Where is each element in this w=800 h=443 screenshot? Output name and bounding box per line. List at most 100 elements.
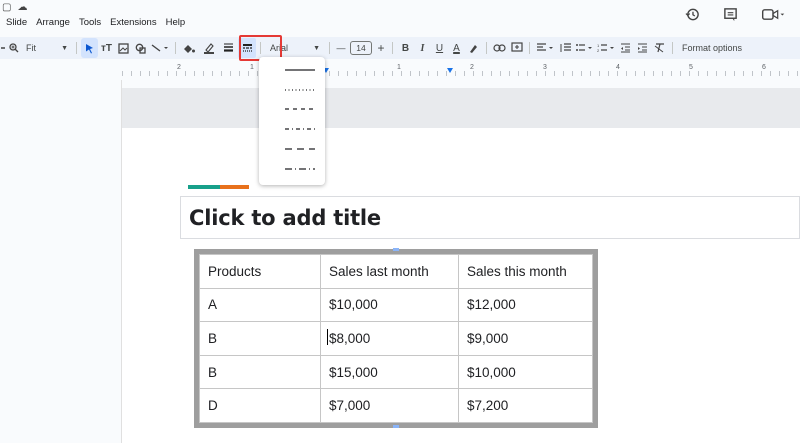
- header-actions: [684, 6, 786, 22]
- table-cell[interactable]: $9,000: [458, 321, 593, 356]
- clear-formatting-icon[interactable]: [651, 38, 668, 58]
- ruler-number: 2: [470, 64, 474, 71]
- table-cell[interactable]: B: [199, 354, 321, 390]
- select-tool-icon[interactable]: [81, 38, 98, 58]
- table-resize-handle-top[interactable]: [393, 248, 399, 251]
- align-icon[interactable]: [534, 38, 556, 58]
- menu-bar: Slide Arrange Tools Extensions Help: [6, 17, 185, 28]
- text-color-icon[interactable]: A: [448, 38, 465, 58]
- table-grid: Products Sales last month Sales this mon…: [199, 254, 593, 423]
- table-cell[interactable]: B: [199, 321, 321, 356]
- table-header-cell[interactable]: Sales this month: [458, 254, 593, 289]
- zoom-value: Fit: [26, 43, 36, 53]
- link-icon[interactable]: [491, 38, 508, 58]
- divider: [672, 42, 673, 54]
- version-history-icon[interactable]: [684, 6, 700, 22]
- divider: [76, 42, 77, 54]
- comments-icon[interactable]: [722, 6, 738, 22]
- table-cell[interactable]: $12,000: [458, 287, 593, 323]
- meet-icon[interactable]: [760, 6, 786, 22]
- accent-bar-orange: [220, 185, 249, 189]
- divider: [329, 42, 330, 54]
- menu-arrange[interactable]: Arrange: [36, 17, 70, 28]
- top-bar: ▢ ☁ Slide Arrange Tools Extensions Help: [0, 0, 800, 34]
- dash-option-dash-dot[interactable]: [259, 119, 325, 137]
- cloud-icon[interactable]: ☁: [17, 2, 27, 13]
- ruler-number: 2: [177, 64, 181, 71]
- table-cell[interactable]: $7,200: [458, 388, 593, 423]
- title-placeholder-text: Click to add title: [189, 205, 381, 230]
- dash-option-long-dash[interactable]: [259, 139, 325, 157]
- ruler-number: 3: [543, 64, 547, 71]
- ruler-number: 6: [762, 64, 766, 71]
- line-tool-icon[interactable]: [149, 38, 171, 58]
- horizontal-ruler: 2 1 1 2 3 4 5 6: [122, 64, 800, 78]
- underline-icon[interactable]: U: [431, 38, 448, 58]
- menu-slide[interactable]: Slide: [6, 17, 27, 28]
- table-cell[interactable]: $10,000: [458, 354, 593, 390]
- bold-icon[interactable]: B: [397, 38, 414, 58]
- border-dash-menu: [259, 57, 325, 185]
- filmstrip-panel: [0, 80, 122, 443]
- decrease-font-size-icon[interactable]: —: [334, 38, 348, 58]
- italic-icon[interactable]: I: [414, 38, 431, 58]
- title-placeholder[interactable]: Click to add title: [180, 196, 800, 239]
- fill-color-icon[interactable]: [180, 38, 200, 58]
- dash-options: [259, 61, 325, 177]
- top-left-icons: ▢ ☁: [2, 2, 27, 13]
- divider: [486, 42, 487, 54]
- font-size-field[interactable]: 14: [348, 38, 374, 58]
- table-cell[interactable]: $8,000: [320, 321, 459, 356]
- add-comment-icon[interactable]: [508, 38, 525, 58]
- zoom-select[interactable]: Fit ▼: [22, 38, 72, 58]
- bulleted-list-icon[interactable]: [573, 38, 595, 58]
- ruler-ticks: [122, 71, 800, 76]
- table-header-row: Products Sales last month Sales this mon…: [199, 254, 593, 289]
- dash-option-dashed[interactable]: [259, 100, 325, 118]
- ruler-number: 1: [397, 64, 401, 71]
- slides-editor: ▢ ☁ Slide Arrange Tools Extensions Help: [0, 0, 800, 443]
- chevron-down-icon: ▼: [61, 44, 68, 52]
- highlight-color-icon[interactable]: [465, 38, 482, 58]
- table-row: D $7,000 $7,200: [199, 388, 593, 423]
- folder-icon[interactable]: ▢: [2, 2, 11, 13]
- menu-help[interactable]: Help: [166, 17, 186, 28]
- divider: [529, 42, 530, 54]
- decrease-indent-icon[interactable]: [617, 38, 634, 58]
- menu-extensions[interactable]: Extensions: [110, 17, 156, 28]
- dash-option-long-dash-dot[interactable]: [259, 159, 325, 177]
- sales-table[interactable]: Products Sales last month Sales this mon…: [194, 249, 598, 428]
- chevron-down-icon: ▼: [313, 44, 320, 52]
- table-cell[interactable]: $10,000: [320, 287, 459, 323]
- canvas-background: [122, 88, 800, 128]
- table-cell[interactable]: $15,000: [320, 354, 459, 390]
- increase-font-size-icon[interactable]: +: [374, 38, 388, 58]
- table-header-cell[interactable]: Sales last month: [320, 254, 459, 289]
- line-spacing-icon[interactable]: [556, 38, 573, 58]
- image-icon[interactable]: [115, 38, 132, 58]
- ruler-number: 4: [616, 64, 620, 71]
- numbered-list-icon[interactable]: 12: [595, 38, 617, 58]
- border-weight-icon[interactable]: [218, 38, 238, 58]
- divider: [175, 42, 176, 54]
- table-cell[interactable]: A: [199, 287, 321, 323]
- dash-option-solid[interactable]: [259, 61, 325, 79]
- menu-tools[interactable]: Tools: [79, 17, 101, 28]
- zoom-icon[interactable]: [6, 38, 22, 58]
- right-indent-marker[interactable]: [447, 68, 453, 73]
- border-color-icon[interactable]: [200, 38, 218, 58]
- shape-icon[interactable]: [132, 38, 149, 58]
- format-options-button[interactable]: Format options: [677, 38, 747, 58]
- toolbar: Fit ▼ тT Arial ▼ — 14 + B I U A 1 2 Form…: [0, 37, 800, 59]
- table-cell[interactable]: $7,000: [320, 388, 459, 423]
- table-cell[interactable]: D: [199, 388, 321, 423]
- font-size-value: 14: [350, 41, 372, 55]
- increase-indent-icon[interactable]: [634, 38, 651, 58]
- table-header-cell[interactable]: Products: [199, 254, 321, 289]
- table-row: B $15,000 $10,000: [199, 354, 593, 390]
- dash-option-dotted[interactable]: [259, 80, 325, 98]
- divider: [392, 42, 393, 54]
- svg-text:2: 2: [597, 48, 600, 53]
- table-resize-handle-bottom[interactable]: [393, 425, 399, 428]
- text-box-icon[interactable]: тT: [98, 38, 115, 58]
